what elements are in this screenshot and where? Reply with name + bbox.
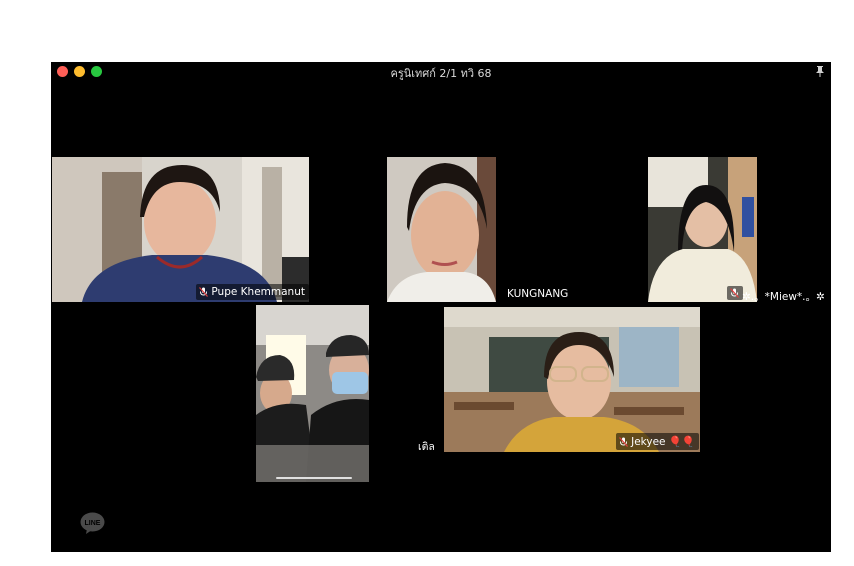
svg-text:LINE: LINE [85,520,101,527]
mic-off-icon [730,288,739,298]
video-frame [256,305,369,482]
participant-name-tag: Jekyee 🎈🎈 [616,433,699,450]
participant-name: เติล [418,441,435,453]
video-frame [648,157,757,302]
participant-name: Jekyee 🎈🎈 [631,436,695,448]
title-bar: ครูนิเทศก์ 2/1 ทวิ 68 [51,62,831,80]
video-frame [52,157,309,302]
participant-name: KUNGNANG [507,288,569,300]
video-frame [444,307,700,452]
mic-off-icon [619,436,629,447]
line-logo-icon[interactable]: LINE [80,512,105,534]
participant-name: Pupe Khemmanut [211,286,305,298]
participant-video-1[interactable]: Pupe Khemmanut [52,157,309,302]
video-frame [387,157,496,302]
mic-off-icon [199,287,209,297]
pin-icon[interactable] [815,65,825,77]
video-call-window: ครูนิเทศก์ 2/1 ทวิ 68 Pupe Khemmanut KUN… [51,62,831,552]
participant-name-tag [727,286,743,300]
participant-video-5[interactable]: Jekyee 🎈🎈 [444,307,700,452]
participant-name-tag: Pupe Khemmanut [196,284,309,300]
participant-video-4[interactable] [256,305,369,482]
participant-video-3[interactable] [648,157,757,302]
window-title: ครูนิเทศก์ 2/1 ทวิ 68 [390,67,492,80]
participant-video-2[interactable] [387,157,496,302]
participant-name: ✲.。*Miew*.。✲ [742,291,825,303]
